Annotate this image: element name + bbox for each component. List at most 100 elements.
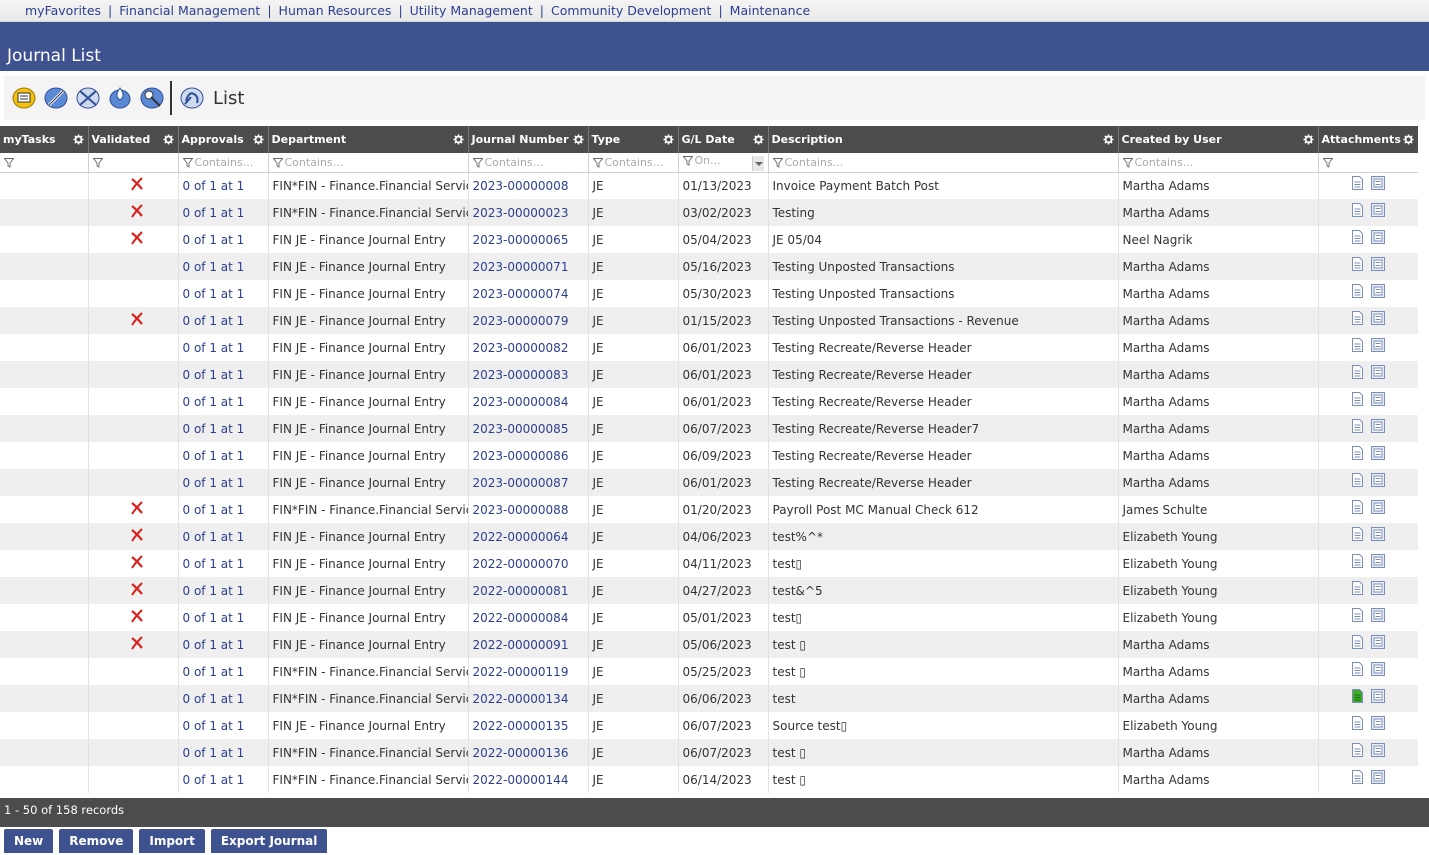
cell-journal-number[interactable]: 2022-00000135 [468,712,589,739]
filter-icon[interactable] [682,155,693,166]
table-row[interactable]: 0 of 1 at 1 FIN JE - Finance Journal Entr… [0,631,1418,658]
attachment-icon[interactable] [1351,769,1363,784]
table-row[interactable]: 0 of 1 at 1 FIN JE - Finance Journal Entr… [0,307,1418,334]
cell-approvals[interactable]: 0 of 1 at 1 [178,739,269,766]
attachment-icon[interactable] [1351,391,1363,406]
attachment-icon[interactable] [1351,364,1363,379]
attachment-icon[interactable] [1351,715,1363,730]
table-row[interactable]: 0 of 1 at 1 FIN JE - Finance Journal Entr… [0,361,1418,388]
post-icon[interactable] [75,85,101,111]
cell-approvals[interactable]: 0 of 1 at 1 [178,280,269,307]
nav-myfavorites[interactable]: myFavorites [25,3,101,18]
tools-icon[interactable] [139,85,165,111]
filter-icon[interactable] [1322,157,1333,168]
filter-cell-department[interactable]: Contains... [268,153,469,173]
new-button[interactable]: New [4,829,54,853]
date-filter-dropdown[interactable] [751,155,764,171]
attachment-icon[interactable] [1351,202,1363,217]
column-header-validated[interactable]: Validated [88,126,179,153]
attachment-icon[interactable] [1351,499,1363,514]
attachment-icon[interactable] [1351,310,1363,325]
column-header-mytasks[interactable]: myTasks [0,126,89,153]
notes-icon[interactable] [1370,769,1385,784]
notes-icon[interactable] [1370,580,1385,595]
filter-icon[interactable] [272,157,283,168]
cell-approvals[interactable]: 0 of 1 at 1 [178,361,269,388]
export-journal-button[interactable]: Export Journal [210,829,328,853]
notes-icon[interactable] [1370,364,1385,379]
table-row[interactable]: 0 of 1 at 1 FIN*FIN - Finance.Financial S… [0,172,1418,199]
cell-journal-number[interactable]: 2022-00000134 [468,685,589,712]
table-row[interactable]: 0 of 1 at 1 FIN JE - Finance Journal Entr… [0,442,1418,469]
attachment-icon[interactable] [1351,175,1363,190]
edit-icon[interactable] [43,85,69,111]
attachment-icon[interactable] [1351,580,1363,595]
remove-button[interactable]: Remove [59,829,134,853]
cell-approvals[interactable]: 0 of 1 at 1 [178,199,269,226]
cell-approvals[interactable]: 0 of 1 at 1 [178,685,269,712]
table-row[interactable]: 0 of 1 at 1 FIN*FIN - Finance.Financial S… [0,685,1418,712]
filter-cell-attachments[interactable] [1318,153,1418,173]
filter-icon[interactable] [182,157,193,168]
cell-journal-number[interactable]: 2023-00000083 [468,361,589,388]
notes-icon[interactable] [1370,391,1385,406]
column-header-department[interactable]: Department [268,126,469,153]
notes-icon[interactable] [1370,175,1385,190]
filter-cell-mytasks[interactable] [0,153,89,173]
nav-human-resources[interactable]: Human Resources [279,3,392,18]
attachment-icon[interactable] [1351,337,1363,352]
table-row[interactable]: 0 of 1 at 1 FIN JE - Finance Journal Entr… [0,523,1418,550]
attachment-icon[interactable] [1351,661,1363,676]
cell-journal-number[interactable]: 2022-00000119 [468,658,589,685]
notes-icon[interactable] [1370,688,1385,703]
notes-icon[interactable] [1370,634,1385,649]
nav-utility-management[interactable]: Utility Management [410,3,533,18]
cell-approvals[interactable]: 0 of 1 at 1 [178,766,269,793]
cell-approvals[interactable]: 0 of 1 at 1 [178,307,269,334]
notes-icon[interactable] [1370,661,1385,676]
attachment-present-icon[interactable] [1351,688,1363,703]
cell-journal-number[interactable]: 2023-00000082 [468,334,589,361]
table-row[interactable]: 0 of 1 at 1 FIN JE - Finance Journal Entr… [0,388,1418,415]
filter-icon[interactable] [592,157,603,168]
cell-journal-number[interactable]: 2023-00000087 [468,469,589,496]
table-row[interactable]: 0 of 1 at 1 FIN JE - Finance Journal Entr… [0,550,1418,577]
filter-icon[interactable] [3,157,15,168]
drop-icon[interactable] [107,85,133,111]
column-header-created-by-user[interactable]: Created by User [1118,126,1319,153]
cell-approvals[interactable]: 0 of 1 at 1 [178,253,269,280]
cell-journal-number[interactable]: 2023-00000065 [468,226,589,253]
notes-icon[interactable] [1370,472,1385,487]
filter-icon[interactable] [472,157,483,168]
filter-cell-description[interactable]: Contains... [768,153,1119,173]
attachment-icon[interactable] [1351,445,1363,460]
cell-journal-number[interactable]: 2023-00000074 [468,280,589,307]
cell-approvals[interactable]: 0 of 1 at 1 [178,577,269,604]
column-header-approvals[interactable]: Approvals [178,126,269,153]
attachment-icon[interactable] [1351,526,1363,541]
nav-financial-management[interactable]: Financial Management [119,3,260,18]
column-header-type[interactable]: Type [588,126,679,153]
filter-icon[interactable] [92,157,103,168]
filter-cell-type[interactable]: Contains... [588,153,679,173]
cell-journal-number[interactable]: 2023-00000079 [468,307,589,334]
table-row[interactable]: 0 of 1 at 1 FIN JE - Finance Journal Entr… [0,712,1418,739]
column-header-journal-number[interactable]: Journal Number [468,126,589,153]
column-header-attachments[interactable]: Attachments [1318,126,1418,153]
table-row[interactable]: 0 of 1 at 1 FIN JE - Finance Journal Entr… [0,226,1418,253]
cell-approvals[interactable]: 0 of 1 at 1 [178,388,269,415]
nav-community-development[interactable]: Community Development [551,3,711,18]
table-row[interactable]: 0 of 1 at 1 FIN JE - Finance Journal Entr… [0,280,1418,307]
cell-journal-number[interactable]: 2022-00000084 [468,604,589,631]
notes-icon[interactable] [1370,742,1385,757]
notes-icon[interactable] [1370,553,1385,568]
table-row[interactable]: 0 of 1 at 1 FIN JE - Finance Journal Entr… [0,469,1418,496]
notes-icon[interactable] [1370,202,1385,217]
notes-icon[interactable] [1370,607,1385,622]
table-row[interactable]: 0 of 1 at 1 FIN*FIN - Finance.Financial S… [0,496,1418,523]
attachment-icon[interactable] [1351,418,1363,433]
cell-approvals[interactable]: 0 of 1 at 1 [178,712,269,739]
attachment-icon[interactable] [1351,553,1363,568]
cell-journal-number[interactable]: 2022-00000081 [468,577,589,604]
nav-maintenance[interactable]: Maintenance [730,3,811,18]
